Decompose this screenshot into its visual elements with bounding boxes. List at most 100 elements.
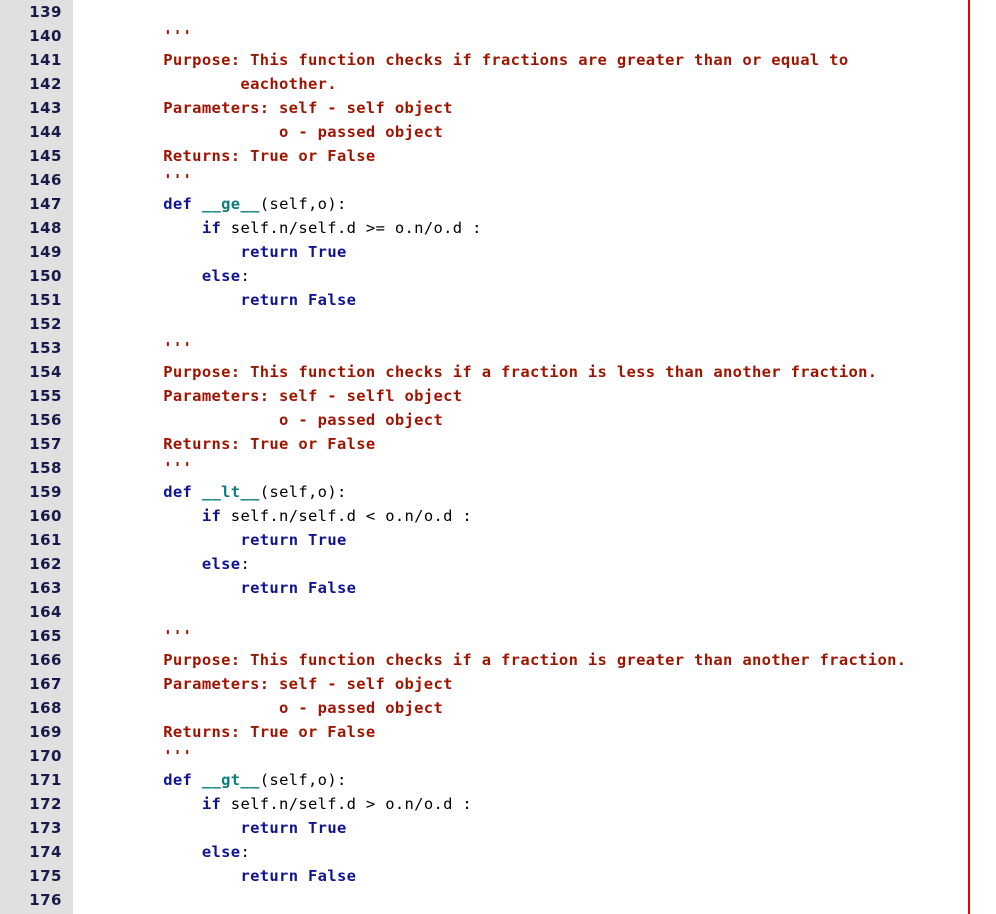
line-number: 161: [29, 531, 62, 549]
code-line[interactable]: 145 Returns: True or False: [0, 144, 996, 168]
code-line-text[interactable]: else:: [86, 552, 250, 576]
code-line-text[interactable]: else:: [86, 264, 250, 288]
code-line[interactable]: 171 def __gt__(self,o):: [0, 768, 996, 792]
code-line-text[interactable]: ''': [86, 456, 192, 480]
code-line[interactable]: 163 return False: [0, 576, 996, 600]
code-token-plain: (self,o):: [259, 771, 347, 789]
code-line-text[interactable]: Parameters: self - self object: [86, 672, 453, 696]
code-line-text[interactable]: if self.n/self.d >= o.n/o.d :: [86, 216, 482, 240]
code-line-text[interactable]: ''': [86, 336, 192, 360]
code-editor[interactable]: 139 140 ''' 141 Purpose: This function che…: [0, 0, 996, 914]
code-line-text[interactable]: o - passed object: [86, 696, 443, 720]
code-token-kw: def: [163, 195, 193, 213]
code-line[interactable]: 155 Parameters: self - selfl object: [0, 384, 996, 408]
code-line-text[interactable]: return True: [86, 528, 347, 552]
code-line[interactable]: 156 o - passed object: [0, 408, 996, 432]
code-line[interactable]: 161 return True: [0, 528, 996, 552]
code-line[interactable]: 152: [0, 312, 996, 336]
code-line[interactable]: 168 o - passed object: [0, 696, 996, 720]
code-token-doc: ''': [86, 27, 193, 45]
code-token-const: True: [308, 531, 347, 549]
code-line[interactable]: 148 if self.n/self.d >= o.n/o.d :: [0, 216, 996, 240]
code-line-text[interactable]: if self.n/self.d < o.n/o.d :: [86, 504, 472, 528]
code-token-kw: else: [201, 267, 241, 285]
code-line[interactable]: 174 else:: [0, 840, 996, 864]
code-line-text[interactable]: Returns: True or False: [86, 720, 376, 744]
code-line-text[interactable]: ''': [86, 24, 192, 48]
code-token-doc: Parameters: self - self object: [86, 675, 453, 693]
code-line[interactable]: 169 Returns: True or False: [0, 720, 996, 744]
line-number: 176: [29, 891, 62, 909]
code-line[interactable]: 150 else:: [0, 264, 996, 288]
code-line[interactable]: 139: [0, 0, 996, 24]
code-line-text[interactable]: eachother.: [86, 72, 337, 96]
code-line[interactable]: 151 return False: [0, 288, 996, 312]
code-line[interactable]: 149 return True: [0, 240, 996, 264]
line-number: 169: [29, 723, 62, 741]
code-line[interactable]: 147 def __ge__(self,o):: [0, 192, 996, 216]
code-line-text[interactable]: return False: [86, 576, 356, 600]
code-line-text[interactable]: else:: [86, 840, 250, 864]
line-number: 160: [29, 507, 62, 525]
code-line-text[interactable]: ''': [86, 168, 192, 192]
code-token-const: False: [308, 291, 357, 309]
line-number: 159: [29, 483, 62, 501]
code-line-text[interactable]: Parameters: self - self object: [86, 96, 453, 120]
code-line-text[interactable]: Returns: True or False: [86, 432, 376, 456]
code-line-text[interactable]: o - passed object: [86, 120, 443, 144]
code-line[interactable]: 164: [0, 600, 996, 624]
code-line[interactable]: 166 Purpose: This function checks if a f…: [0, 648, 996, 672]
code-line-text[interactable]: ''': [86, 624, 192, 648]
code-line[interactable]: 162 else:: [0, 552, 996, 576]
code-line[interactable]: 144 o - passed object: [0, 120, 996, 144]
code-line[interactable]: 167 Parameters: self - self object: [0, 672, 996, 696]
code-token-const: False: [308, 579, 357, 597]
code-line[interactable]: 143 Parameters: self - self object: [0, 96, 996, 120]
code-line-text[interactable]: return True: [86, 240, 347, 264]
code-line[interactable]: 157 Returns: True or False: [0, 432, 996, 456]
code-line-text[interactable]: def __gt__(self,o):: [86, 768, 347, 792]
line-number: 162: [29, 555, 62, 573]
code-token-doc: eachother.: [86, 75, 337, 93]
code-line-text[interactable]: o - passed object: [86, 408, 443, 432]
code-line[interactable]: 158 ''': [0, 456, 996, 480]
code-line[interactable]: 146 ''': [0, 168, 996, 192]
code-line-text[interactable]: def __ge__(self,o):: [86, 192, 347, 216]
code-token-doc: Returns: True or False: [86, 435, 376, 453]
code-line[interactable]: 172 if self.n/self.d > o.n/o.d :: [0, 792, 996, 816]
code-line-text[interactable]: return False: [86, 288, 356, 312]
code-line-text[interactable]: if self.n/self.d > o.n/o.d :: [86, 792, 472, 816]
code-line[interactable]: 153 ''': [0, 336, 996, 360]
code-line[interactable]: 141 Purpose: This function checks if fra…: [0, 48, 996, 72]
code-line[interactable]: 175 return False: [0, 864, 996, 888]
code-line[interactable]: 154 Purpose: This function checks if a f…: [0, 360, 996, 384]
code-line[interactable]: 165 ''': [0, 624, 996, 648]
code-line[interactable]: 140 ''': [0, 24, 996, 48]
code-line-text[interactable]: def __lt__(self,o):: [86, 480, 347, 504]
code-line-text[interactable]: Returns: True or False: [86, 144, 376, 168]
code-token-kw: if: [201, 507, 222, 525]
code-line-text[interactable]: Parameters: self - selfl object: [86, 384, 462, 408]
code-line[interactable]: 142 eachother.: [0, 72, 996, 96]
code-line[interactable]: 159 def __lt__(self,o):: [0, 480, 996, 504]
code-token-doc: ''': [86, 171, 193, 189]
code-token-kw: else: [201, 555, 241, 573]
code-line-text[interactable]: return False: [86, 864, 356, 888]
code-line[interactable]: 176: [0, 888, 996, 912]
code-line[interactable]: 170 ''': [0, 744, 996, 768]
code-line-text[interactable]: ''': [86, 744, 192, 768]
code-token-plain: self.n/self.d > o.n/o.d :: [221, 795, 473, 813]
code-line[interactable]: 160 if self.n/self.d < o.n/o.d :: [0, 504, 996, 528]
code-lines-container[interactable]: 139 140 ''' 141 Purpose: This function che…: [0, 0, 996, 912]
code-line-text[interactable]: Purpose: This function checks if a fract…: [86, 360, 877, 384]
line-number: 154: [29, 363, 62, 381]
code-line[interactable]: 173 return True: [0, 816, 996, 840]
code-line-text[interactable]: return True: [86, 816, 347, 840]
code-line-text[interactable]: Purpose: This function checks if fractio…: [86, 48, 849, 72]
code-line-text[interactable]: Purpose: This function checks if a fract…: [86, 648, 906, 672]
